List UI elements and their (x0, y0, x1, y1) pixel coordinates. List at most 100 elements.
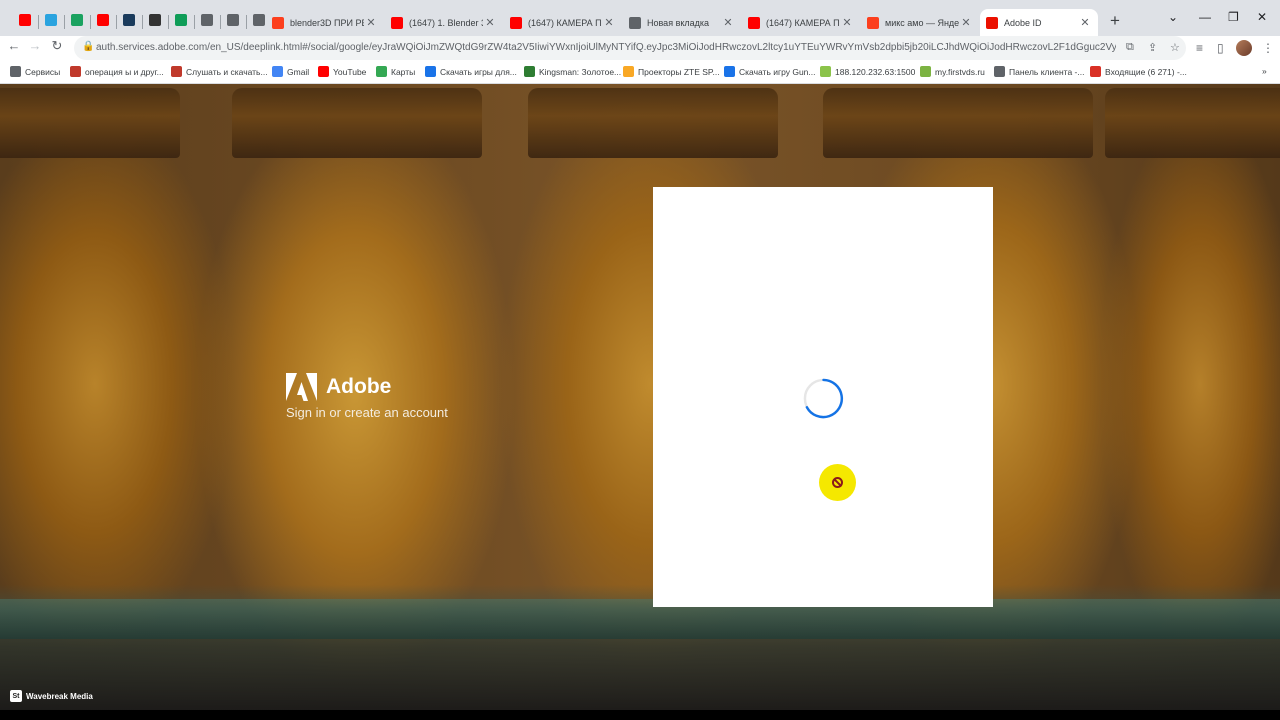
bookmark-item[interactable]: Скачать игры для... (425, 66, 517, 77)
forward-icon[interactable]: → (25, 38, 45, 53)
bookmark-item[interactable]: my.firstvds.ru (920, 66, 985, 77)
youtube-icon (318, 66, 329, 77)
bookmarks-bar: Сервисы операция ы и друг... Слушать и ска… (0, 60, 1280, 84)
pinned-tab-globe-icon[interactable] (194, 8, 220, 32)
telegram-icon (45, 14, 57, 26)
signin-card (653, 187, 993, 607)
maximize-icon[interactable]: ❐ (1228, 10, 1239, 24)
bookmark-label: Панель клиента -... (1009, 66, 1085, 77)
translate-icon[interactable]: ⧉ (1126, 41, 1134, 54)
tab-close-icon[interactable]: ✕ (483, 16, 497, 29)
maps-icon (376, 66, 387, 77)
bookmark-label: Скачать игру Gun... (739, 66, 816, 77)
bookmark-item[interactable]: Kingsman: Золотое... (524, 66, 621, 77)
bookmark-item[interactable]: Проекторы ZTE SP... (623, 66, 720, 77)
share-icon[interactable]: ⇪ (1148, 41, 1157, 54)
back-icon[interactable]: ← (4, 38, 24, 53)
bookmark-item[interactable]: Карты (376, 66, 415, 77)
url-text[interactable]: auth.services.adobe.com/en_US/deeplink.h… (96, 42, 1116, 53)
adobe-icon (986, 16, 998, 29)
tab-close-icon[interactable]: ✕ (364, 16, 378, 29)
tab-close-icon[interactable]: ✕ (721, 16, 735, 29)
bookmark-item[interactable]: Слушать и скачать... (171, 66, 268, 77)
bookmark-item[interactable]: Сервисы (10, 66, 60, 77)
yandex-icon (867, 16, 879, 29)
globe-icon (994, 66, 1005, 77)
lock-icon[interactable]: 🔒 (82, 41, 94, 52)
address-bar[interactable]: 🔒 auth.services.adobe.com/en_US/deeplink… (74, 36, 1186, 60)
menu-icon[interactable]: ⋮ (1262, 41, 1274, 55)
google-icon (272, 66, 283, 77)
app-icon (123, 14, 135, 26)
tab-close-icon[interactable]: ✕ (959, 16, 973, 29)
apps-icon (10, 66, 21, 77)
tab-close-icon[interactable]: ✕ (840, 16, 854, 29)
pinned-tab-youtube-icon[interactable] (12, 8, 38, 32)
bottom-letterbox (0, 710, 1280, 720)
pinned-tab-sheets-icon[interactable] (168, 8, 194, 32)
tab-close-icon[interactable]: ✕ (1078, 16, 1092, 29)
reading-list-icon[interactable]: ≡ (1196, 41, 1203, 55)
profile-avatar[interactable] (1236, 40, 1252, 56)
tab-title: Adobe ID (1004, 17, 1042, 28)
background-jar-lid (1105, 88, 1280, 158)
pinned-tab-youtube-icon[interactable] (90, 8, 116, 32)
pinned-tab-shield-icon[interactable] (142, 8, 168, 32)
bookmark-label: Входящие (6 271) -... (1105, 66, 1187, 77)
toolbar: ← → ↻ 🔒 auth.services.adobe.com/en_US/de… (0, 36, 1280, 60)
bookmark-label: Слушать и скачать... (186, 66, 268, 77)
tab-title: (1647) КАМЕРА ПО К (766, 17, 840, 28)
bookmark-label: операция ы и друг... (85, 66, 164, 77)
bookmark-item[interactable]: операция ы и друг... (70, 66, 164, 77)
bookmark-label: Kingsman: Золотое... (539, 66, 622, 77)
tab-title: (1647) КАМЕРА ПО К (528, 17, 602, 28)
browser-tab[interactable]: blender3D ПРИ РЕНДЕ✕ (266, 9, 384, 36)
reload-icon[interactable]: ↻ (47, 38, 67, 54)
bookmark-item[interactable]: Входящие (6 271) -... (1090, 66, 1187, 77)
side-panel-icon[interactable]: ▯ (1217, 41, 1224, 55)
store-icon (623, 66, 634, 77)
globe-icon (724, 66, 735, 77)
browser-tab[interactable]: (1647) КАМЕРА ПО К✕ (504, 9, 622, 36)
loading-spinner-icon (803, 378, 844, 419)
tab-close-icon[interactable]: ✕ (602, 16, 616, 29)
tab-title: blender3D ПРИ РЕНДЕ (290, 17, 364, 28)
youtube-icon (19, 14, 31, 26)
5m-icon (70, 66, 81, 77)
bookmark-item[interactable]: YouTube (318, 66, 366, 77)
bookmark-label: my.firstvds.ru (935, 66, 985, 77)
bookmark-item[interactable]: Скачать игру Gun... (724, 66, 815, 77)
youtube-icon (391, 16, 403, 29)
pinned-tab-app-icon[interactable] (64, 8, 90, 32)
browser-tab[interactable]: микс амо — Яндекс✕ (861, 9, 979, 36)
youtube-icon (510, 16, 522, 29)
pinned-tab-telegram-icon[interactable] (38, 8, 64, 32)
bookmark-item[interactable]: 188.120.232.63:1500 (820, 66, 915, 77)
bookmark-label: 188.120.232.63:1500 (835, 66, 916, 77)
browser-tab[interactable]: (1647) КАМЕРА ПО К✕ (742, 9, 860, 36)
chrome-icon (629, 16, 641, 29)
pinned-tab-globe-icon[interactable] (220, 8, 246, 32)
new-tab-button[interactable]: + (1106, 12, 1124, 30)
bookmark-label: YouTube (333, 66, 367, 77)
browser-tab[interactable]: (1647) 1. Blender 3.3✕ (385, 9, 503, 36)
bookmark-item[interactable]: Панель клиента -... (994, 66, 1084, 77)
watermark: St Wavebreak Media (10, 690, 93, 702)
bookmarks-overflow-icon[interactable]: » (1262, 66, 1267, 76)
background-jar-lid (232, 88, 482, 158)
background-shelf (0, 599, 1280, 639)
adobe-wordmark: Adobe (326, 375, 392, 398)
bookmark-star-icon[interactable]: ☆ (1170, 41, 1180, 54)
gmail-icon (1090, 66, 1101, 77)
pinned-tab-app-icon[interactable] (116, 8, 142, 32)
browser-tab[interactable]: Adobe ID ✕ (980, 9, 1098, 36)
bookmark-item[interactable]: Gmail (272, 66, 309, 77)
tab-strip: blender3D ПРИ РЕНДЕ✕(1647) 1. Blender 3.… (0, 0, 1280, 36)
window-close-icon[interactable]: ✕ (1257, 10, 1267, 24)
film-icon (524, 66, 535, 77)
watermark-text: Wavebreak Media (26, 691, 93, 701)
browser-tab[interactable]: Новая вкладка ✕ (623, 9, 741, 36)
minimize-icon[interactable]: — (1199, 10, 1211, 24)
tab-search-icon[interactable]: ⌄ (1168, 10, 1178, 24)
bookmark-label: Проекторы ZTE SP... (638, 66, 720, 77)
